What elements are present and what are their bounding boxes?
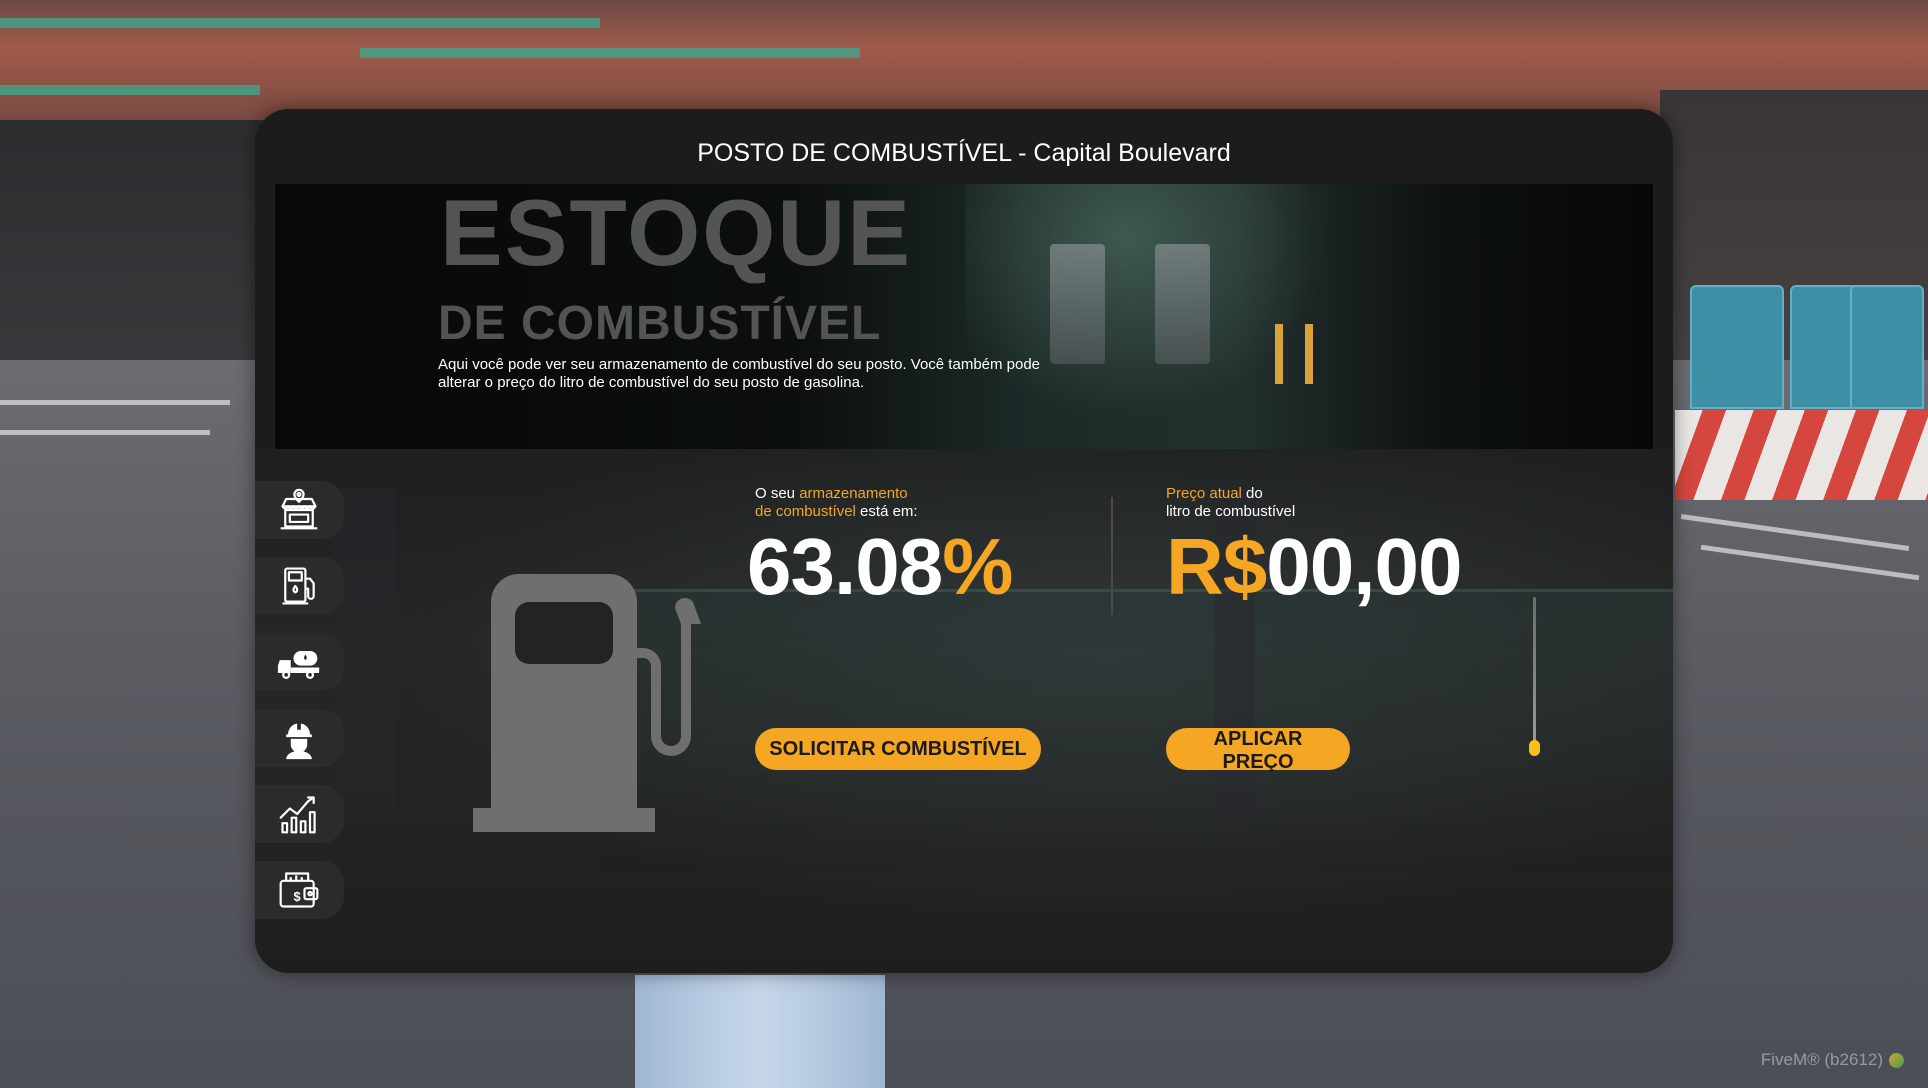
background-light-strip xyxy=(0,18,600,28)
request-fuel-button[interactable]: SOLICITAR COMBUSTÍVEL xyxy=(755,728,1041,770)
price-currency: R$ xyxy=(1166,522,1267,611)
background-building xyxy=(0,120,260,380)
chart-growth-icon xyxy=(279,796,316,834)
price-slider-handle[interactable] xyxy=(1529,740,1540,756)
background-barrier xyxy=(1675,410,1928,500)
panel-background-sign xyxy=(335,489,395,809)
price-amount: 00,00 xyxy=(1266,522,1462,611)
sidebar-item-delivery[interactable] xyxy=(255,633,344,691)
storage-label-highlight-2: de combustível xyxy=(755,503,856,520)
storage-label-prefix: O seu xyxy=(755,485,800,502)
price-label-highlight: Preço atual xyxy=(1166,485,1242,502)
stock-banner: ESTOQUE DE COMBUSTÍVEL Aqui você pode ve… xyxy=(275,184,1653,449)
background-portable-toilet xyxy=(1690,285,1784,409)
background-light-strip xyxy=(0,85,260,95)
price-label: Preço atual do litro de combustível xyxy=(1166,485,1295,521)
fuel-station-panel: POSTO DE COMBUSTÍVEL - Capital Boulevard… xyxy=(255,109,1673,973)
sidebar-item-statistics[interactable] xyxy=(255,785,344,843)
storage-value: 63.08% xyxy=(747,527,1013,607)
watermark-text: FiveM® (b2612) xyxy=(1760,1050,1883,1069)
storage-percentage: 63.08 xyxy=(747,522,943,611)
storage-label-suffix: está em: xyxy=(855,503,918,520)
fuel-pump-illustration-icon xyxy=(473,574,701,832)
background-character-legs xyxy=(635,975,885,1088)
banner-description: Aqui você pode ver seu armazenamento de … xyxy=(438,356,1041,391)
price-slider[interactable] xyxy=(1533,597,1536,747)
background-road-marking xyxy=(0,430,210,435)
banner-pump-image xyxy=(1155,244,1210,364)
tanker-truck-icon xyxy=(277,651,320,679)
storage-label: O seu armazenamento de combustível está … xyxy=(755,485,918,521)
stats-divider xyxy=(1111,497,1113,615)
background-road-marking xyxy=(0,400,230,405)
price-label-suffix: do xyxy=(1241,485,1263,502)
background-light-strip xyxy=(360,48,860,58)
svg-text:$: $ xyxy=(294,889,301,904)
panel-background-station xyxy=(595,589,1673,872)
apply-price-button[interactable]: APLICAR PREÇO xyxy=(1166,728,1350,773)
worker-helmet-icon xyxy=(286,721,312,760)
sidebar-item-employees[interactable] xyxy=(255,709,344,767)
sidebar-item-store[interactable] xyxy=(255,481,344,539)
price-label-line2: litro de combustível xyxy=(1166,503,1296,520)
banner-pump-image xyxy=(1050,244,1105,364)
fuel-pump-icon xyxy=(282,567,315,605)
banner-subheading: DE COMBUSTÍVEL xyxy=(438,297,882,350)
fivem-logo-icon xyxy=(1889,1053,1904,1069)
storage-unit: % xyxy=(942,522,1013,611)
banner-post xyxy=(1275,324,1283,384)
banner-heading: ESTOQUE xyxy=(440,184,912,285)
panel-title: POSTO DE COMBUSTÍVEL - Capital Boulevard xyxy=(697,139,1231,167)
background-portable-toilet xyxy=(1850,285,1924,409)
storage-label-highlight: armazenamento xyxy=(799,485,908,502)
banner-post xyxy=(1305,324,1313,384)
store-location-icon xyxy=(280,488,318,530)
sidebar-item-finance[interactable]: $ xyxy=(255,861,344,919)
fivem-watermark: FiveM® (b2612) xyxy=(1761,1050,1904,1070)
price-value: R$00,00 xyxy=(1166,527,1462,607)
wallet-money-icon: $ xyxy=(279,872,319,908)
sidebar-item-fuel[interactable] xyxy=(255,557,344,615)
